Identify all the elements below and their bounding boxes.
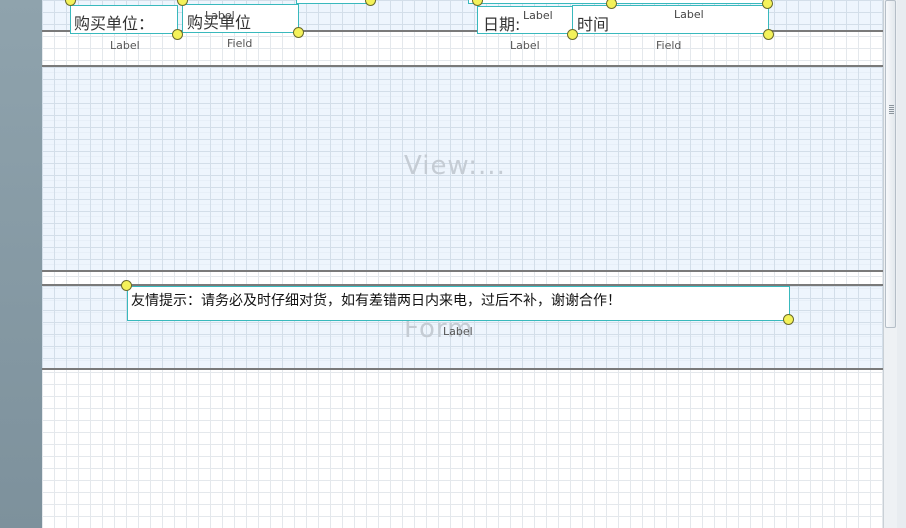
footer-note-box[interactable]: 友情提示：请务必及时仔细对货，如有差错两日内来电，过后不补，谢谢合作！ — [127, 286, 790, 321]
buyer-label-type-tag: Label — [110, 39, 140, 52]
vertical-scrollbar[interactable] — [883, 0, 898, 528]
scrollbar-grip-icon — [889, 105, 894, 114]
resize-handle[interactable] — [293, 27, 304, 38]
date-label-overlap-label: Label — [523, 9, 553, 22]
date-label-type-tag: Label — [510, 39, 540, 52]
footer-band-divider[interactable] — [42, 368, 883, 370]
window-right-edge — [897, 0, 906, 528]
date-label-box[interactable]: 日期: Label — [477, 6, 573, 34]
time-field-box[interactable]: 时间 Label — [572, 5, 769, 34]
buyer-field-overlap-label: Label — [205, 9, 235, 22]
buyer-field-box[interactable]: 购买单位 Label — [182, 4, 299, 33]
detail-band-watermark: View:... — [404, 151, 506, 181]
header-right-strip-box[interactable] — [468, 0, 770, 4]
resize-handle[interactable] — [783, 314, 794, 325]
detail-band[interactable]: View:... — [42, 67, 883, 270]
buyer-label-box[interactable]: 购买单位： — [70, 5, 178, 34]
report-designer-canvas[interactable]: View:... Form 购买单位： Label 购买单位 Label Fie… — [42, 0, 883, 528]
time-field-text: 时间 — [577, 15, 610, 34]
resize-handle[interactable] — [121, 280, 132, 291]
detail-band-divider[interactable] — [42, 270, 883, 272]
time-field-overlap-label: Label — [674, 8, 704, 21]
footer-note-text: 友情提示：请务必及时仔细对货，如有差错两日内来电，过后不补，谢谢合作！ — [131, 293, 621, 309]
scrollbar-thumb[interactable] — [885, 0, 896, 328]
time-field-type-tag: Field — [656, 39, 682, 52]
date-label-text: 日期: — [483, 15, 521, 34]
resize-handle[interactable] — [172, 29, 183, 40]
buyer-label-text: 购买单位： — [74, 14, 155, 33]
header-strip-box[interactable] — [296, 0, 372, 4]
resize-handle[interactable] — [763, 29, 774, 40]
footer-note-type-tag: Label — [443, 325, 473, 338]
resize-handle[interactable] — [567, 29, 578, 40]
buyer-field-type-tag: Field — [227, 37, 253, 50]
